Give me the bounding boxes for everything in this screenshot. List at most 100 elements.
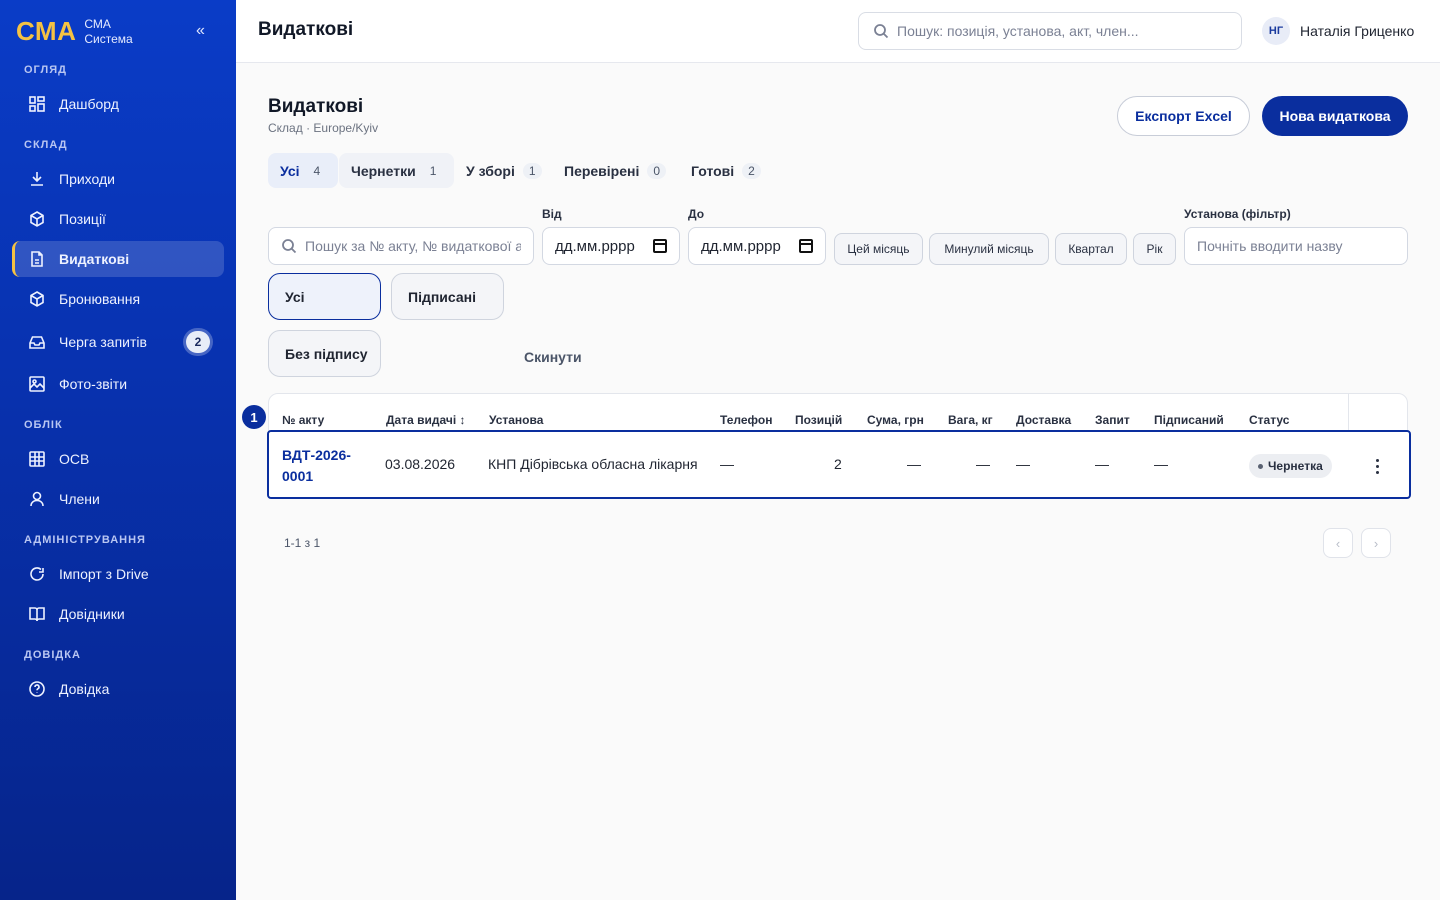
column-header-weight[interactable]: Вага, кг [948, 413, 993, 427]
page-title: Видаткові [268, 96, 364, 117]
cell-delivery: — [1016, 456, 1030, 472]
sidebar-item-dashboard[interactable]: Дашборд [12, 86, 224, 122]
sidebar-item-photo-reports[interactable]: Фото-звіти [12, 366, 224, 402]
sidebar-item-request-queue[interactable]: Черга запитів 2 [12, 324, 224, 360]
tab-label: Готові [691, 162, 735, 179]
date-from-field[interactable]: дд.мм.рррр [542, 227, 680, 265]
tab-count: 1 [429, 163, 437, 178]
signature-filter-all[interactable]: Усі [268, 273, 381, 320]
brand[interactable]: СМА СМА Система [16, 16, 133, 47]
range-year-button[interactable]: Рік [1133, 233, 1176, 265]
help-icon [28, 680, 46, 698]
filter-search-placeholder: Пошук за № акту, № видаткової а [305, 238, 521, 254]
reset-filters-button[interactable]: Скинути [524, 349, 582, 365]
sidebar-item-label: Довідка [59, 681, 110, 697]
sidebar-item-label: Члени [59, 491, 100, 507]
cell-date: 03.08.2026 [385, 456, 456, 472]
tab-ready[interactable]: Готові 2 [679, 153, 773, 188]
box-icon [28, 210, 46, 228]
global-search[interactable] [858, 12, 1242, 50]
row-actions-menu-icon[interactable] [1367, 454, 1387, 478]
calendar-icon[interactable] [653, 239, 667, 253]
user-menu[interactable]: НГ Наталія Гриценко [1262, 17, 1414, 45]
sidebar-item-members[interactable]: Члени [12, 481, 224, 517]
sidebar-item-label: ОСВ [59, 451, 90, 467]
filter-search-input[interactable]: Пошук за № акту, № видаткової а [268, 227, 534, 265]
topbar-title: Видаткові [258, 19, 354, 40]
signature-filter-unsigned[interactable]: Без підпису [268, 330, 381, 377]
next-page-button[interactable]: › [1361, 528, 1391, 558]
act-number-part: ВДТ-2026- [282, 447, 351, 463]
tab-drafts[interactable]: Чернетки 1 [339, 153, 455, 188]
sidebar-item-expenditures[interactable]: Видаткові [12, 241, 224, 277]
expenditures-table: № акту Дата видачі ↕ Установа Телефон По… [267, 393, 1411, 499]
prev-page-button[interactable]: ‹ [1323, 528, 1353, 558]
column-header-institution[interactable]: Установа [489, 413, 543, 427]
column-header-positions[interactable]: Позицій [795, 413, 842, 427]
date-to-value: дд.мм.рррр [701, 237, 781, 255]
tab-count: 2 [742, 162, 761, 179]
institution-filter-label: Установа (фільтр) [1184, 207, 1291, 221]
table-row[interactable]: ВДТ-2026- 0001 03.08.2026 КНП Дібрівська… [267, 430, 1411, 499]
sidebar-item-label: Позиції [59, 211, 106, 227]
column-header-delivery[interactable]: Доставка [1016, 413, 1071, 427]
column-header-status[interactable]: Статус [1249, 413, 1289, 427]
refresh-icon [28, 565, 46, 583]
sidebar-item-import-drive[interactable]: Імпорт з Drive [12, 556, 224, 592]
step-marker: 1 [242, 405, 266, 429]
nav-section-help: ДОВІДКА [24, 649, 81, 661]
collapse-sidebar-button[interactable]: « [196, 22, 205, 40]
tab-count: 1 [522, 162, 542, 179]
range-last-month-button[interactable]: Минулий місяць [929, 233, 1049, 265]
act-number-part: 0001 [282, 468, 314, 484]
cell-sum: — [907, 456, 921, 472]
tab-all[interactable]: Усі 4 [268, 153, 339, 188]
column-header-phone[interactable]: Телефон [720, 413, 772, 427]
range-quarter-button[interactable]: Квартал [1055, 233, 1127, 265]
queue-count-badge: 2 [186, 331, 210, 353]
sidebar-item-booking[interactable]: Бронювання [12, 281, 224, 317]
sidebar-item-directories[interactable]: Довідники [12, 596, 224, 632]
brand-subtitle: СМА Система [84, 17, 132, 47]
document-icon [28, 250, 46, 268]
date-to-label: До [688, 207, 705, 221]
act-number-link[interactable]: ВДТ-2026- 0001 [282, 445, 351, 487]
column-header-request[interactable]: Запит [1095, 413, 1130, 427]
column-header-date[interactable]: Дата видачі ↕ [386, 413, 466, 427]
sidebar-item-osv[interactable]: ОСВ [12, 441, 224, 477]
download-icon [28, 170, 46, 188]
global-search-input[interactable] [897, 23, 1217, 39]
book-icon [28, 605, 46, 623]
search-icon [282, 239, 297, 254]
cell-request: — [1095, 456, 1109, 472]
dashboard-icon [28, 95, 46, 113]
column-header-act[interactable]: № акту [282, 413, 324, 427]
sidebar-item-help[interactable]: Довідка [12, 671, 224, 707]
column-header-sum[interactable]: Сума, грн [867, 413, 924, 427]
sidebar: СМА СМА Система « ОГЛЯД Дашборд СКЛАД Пр… [0, 0, 236, 900]
export-excel-button[interactable]: Експорт Excel [1117, 96, 1250, 136]
date-to-field[interactable]: дд.мм.рррр [688, 227, 826, 265]
user-name: Наталія Гриценко [1300, 23, 1415, 39]
search-icon [874, 24, 889, 39]
column-header-signed[interactable]: Підписаний [1154, 413, 1224, 427]
nav-section-warehouse: СКЛАД [24, 139, 68, 151]
nav-section-accounting: ОБЛІК [24, 419, 63, 431]
sidebar-item-label: Черга запитів [59, 334, 147, 350]
sidebar-item-receipts[interactable]: Приходи [12, 161, 224, 197]
calendar-icon[interactable] [799, 239, 813, 253]
sidebar-item-positions[interactable]: Позиції [12, 201, 224, 237]
brand-logo: СМА [16, 16, 77, 46]
date-from-label: Від [542, 207, 562, 221]
new-expenditure-button[interactable]: Нова видаткова [1262, 96, 1408, 136]
range-this-month-button[interactable]: Цей місяць [834, 233, 923, 265]
cell-signed: — [1154, 456, 1168, 472]
tab-checked[interactable]: Перевірені 0 [552, 153, 678, 188]
tab-in-assembly[interactable]: У зборі 1 [454, 153, 554, 188]
image-icon [28, 375, 46, 393]
institution-filter-input[interactable]: Почніть вводити назву [1184, 227, 1408, 265]
user-icon [28, 490, 46, 508]
signature-filter-signed[interactable]: Підписані [391, 273, 504, 320]
tab-label: Перевірені [564, 162, 640, 179]
tab-count: 4 [313, 163, 321, 178]
